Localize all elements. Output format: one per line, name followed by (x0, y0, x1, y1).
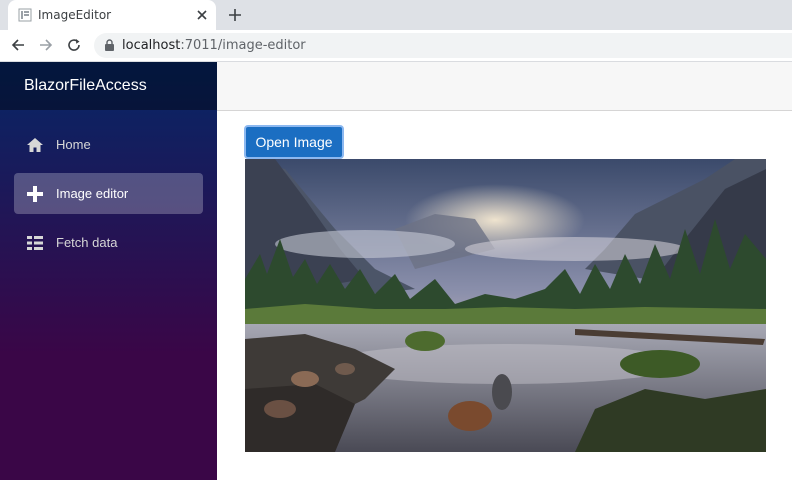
sidebar-item-label: Home (56, 137, 91, 152)
browser-tab[interactable]: ImageEditor (8, 0, 216, 30)
home-icon (27, 138, 43, 152)
sidebar-item-label: Fetch data (56, 235, 118, 250)
sidebar-item-home[interactable]: Home (14, 124, 203, 165)
list-icon (27, 236, 43, 250)
url-text[interactable]: localhost:7011/image-editor (122, 38, 306, 53)
app-brand[interactable]: BlazorFileAccess (24, 77, 147, 95)
url-path: :7011/image-editor (180, 38, 306, 53)
page-favicon-icon (18, 8, 32, 22)
sidebar-item-fetch-data[interactable]: Fetch data (14, 222, 203, 263)
sidebar: BlazorFileAccess Home Image editor Fetch… (0, 62, 217, 480)
new-tab-plus-icon[interactable] (226, 6, 244, 24)
url-host: localhost (122, 38, 181, 53)
sidebar-item-label: Image editor (56, 186, 129, 201)
reload-icon[interactable] (66, 37, 82, 53)
close-icon[interactable] (194, 7, 210, 23)
brand-bar: BlazorFileAccess (0, 62, 217, 110)
top-row (217, 62, 792, 111)
landscape-image (245, 159, 766, 452)
sidebar-item-image-editor[interactable]: Image editor (14, 173, 203, 214)
lock-icon[interactable] (104, 39, 115, 52)
open-image-button[interactable]: Open Image (244, 125, 344, 159)
plus-icon (27, 186, 43, 202)
browser-tab-strip: ImageEditor (0, 0, 792, 30)
forward-arrow-icon[interactable] (38, 37, 54, 53)
back-arrow-icon[interactable] (10, 37, 26, 53)
browser-toolbar: localhost:7011/image-editor (0, 30, 792, 62)
tab-title: ImageEditor (38, 8, 112, 22)
address-bar[interactable]: localhost:7011/image-editor (94, 33, 792, 58)
